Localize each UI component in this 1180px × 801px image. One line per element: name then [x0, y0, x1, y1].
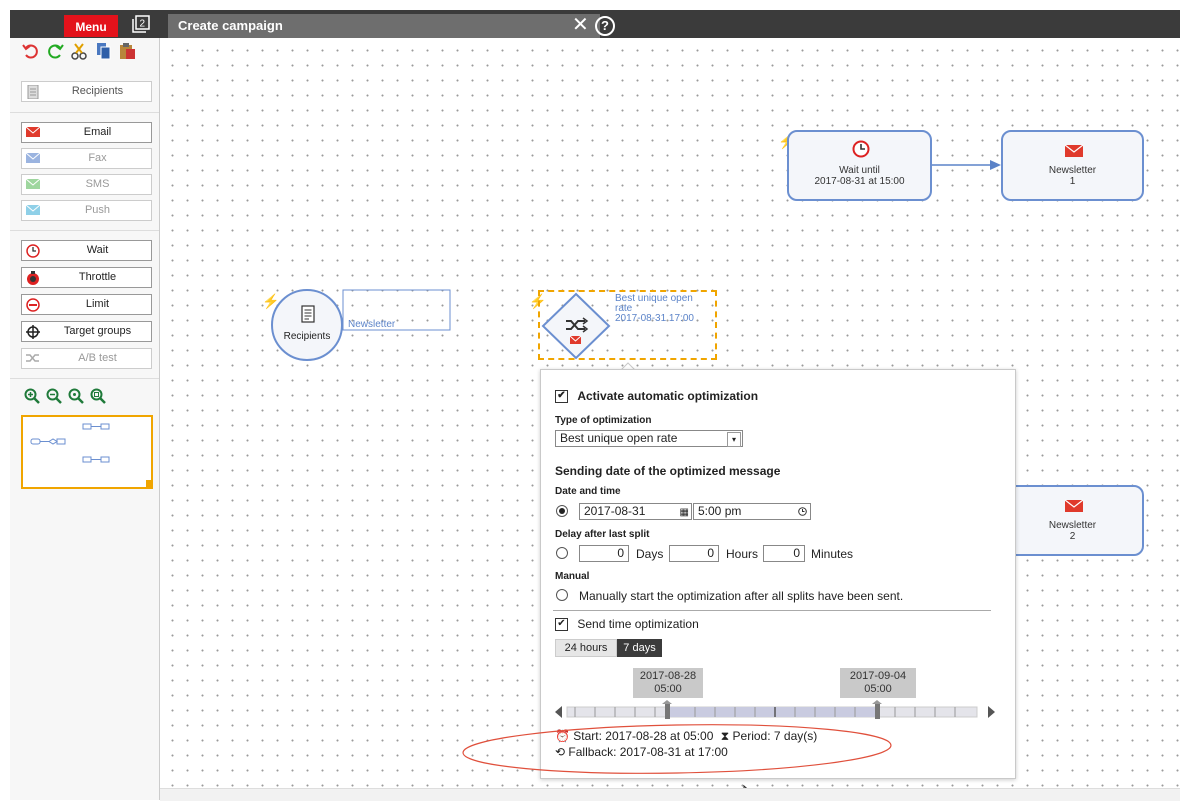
email-icon [1065, 499, 1083, 512]
recipients-node-label: Recipients [283, 331, 331, 342]
timeline-slider[interactable] [555, 698, 995, 722]
sending-title: Sending date of the optimized message [555, 464, 781, 478]
start-marker-time: 05:00 [654, 683, 682, 695]
fallback-text: Fallback: 2017-08-31 at 17:00 [568, 745, 728, 759]
recipients-list-name: Newsletter [348, 319, 396, 330]
calendar-icon[interactable]: ▦ [680, 505, 689, 520]
newsletter-label: Newsletter [1048, 165, 1097, 176]
manual-label: Manual [555, 571, 590, 582]
document-icon [301, 305, 315, 323]
datetime-label: Date and time [555, 486, 621, 497]
delay-label: Delay after last split [555, 529, 650, 540]
period-text: Period: 7 day(s) [732, 729, 818, 743]
type-select[interactable]: Best unique open rate ▾ [555, 430, 743, 447]
ab-test-diamond [541, 292, 611, 360]
days-unit: Days [636, 547, 664, 561]
newsletter-number: 2 [1069, 531, 1076, 542]
datetime-radio[interactable] [556, 505, 568, 517]
activate-row: ✔ Activate automatic optimization [555, 389, 759, 404]
email-icon [1065, 144, 1083, 157]
tab-24-hours[interactable]: 24 hours [555, 639, 617, 657]
manual-text: Manually start the optimization after al… [579, 589, 904, 603]
date-value: 2017-08-31 [584, 504, 646, 518]
recipients-node[interactable]: Recipients [271, 289, 343, 361]
alarm-clock-icon: ⏰ [555, 729, 570, 743]
date-input[interactable]: 2017-08-31 ▦ [579, 503, 692, 520]
minutes-unit: Minutes [811, 547, 854, 561]
hours-unit: Hours [726, 547, 759, 561]
start-text: Start: 2017-08-28 at 05:00 [573, 729, 714, 743]
timeline-end-marker[interactable]: 2017-09-04 05:00 [840, 668, 916, 698]
tab-7-days[interactable]: 7 days [617, 639, 662, 657]
newsletter-number: 1 [1069, 176, 1076, 187]
time-input[interactable]: 5:00 pm [693, 503, 811, 520]
wait-node[interactable]: Wait until 2017-08-31 at 15:00 [787, 130, 932, 201]
clock-icon [852, 140, 870, 158]
sto-label: Send time optimization [577, 617, 699, 631]
repeat-icon: ⟲ [555, 745, 566, 759]
activate-checkbox[interactable]: ✔ [555, 390, 568, 404]
horizontal-scrollbar[interactable] [160, 788, 1180, 801]
newsletter-node[interactable]: Newsletter 2 [1001, 485, 1144, 556]
start-info-row: ⏰ Start: 2017-08-28 at 05:00 ⧗ Period: 7… [555, 729, 817, 744]
end-marker-time: 05:00 [864, 683, 892, 695]
type-select-value: Best unique open rate [560, 431, 678, 445]
days-input[interactable]: 0 [579, 545, 629, 562]
clock-icon[interactable] [798, 507, 807, 516]
manual-radio[interactable] [556, 589, 568, 601]
sto-row: ✔ Send time optimization [555, 617, 699, 632]
delay-radio[interactable] [556, 547, 568, 559]
minutes-input[interactable]: 0 [763, 545, 805, 562]
sto-checkbox[interactable]: ✔ [555, 618, 568, 632]
type-label: Type of optimization [555, 415, 652, 426]
newsletter-node[interactable]: Newsletter 1 [1001, 130, 1144, 201]
end-marker-date: 2017-09-04 [849, 670, 907, 682]
ab-node-line3: 2017-08-31 17:00 [615, 313, 694, 324]
time-value: 5:00 pm [698, 504, 742, 518]
hours-input[interactable]: 0 [669, 545, 719, 562]
wait-node-line2: 2017-08-31 at 15:00 [814, 176, 905, 187]
ab-test-node[interactable]: Best unique open rate 2017-08-31 17:00 [538, 290, 717, 360]
timeline-start-marker[interactable]: 2017-08-28 05:00 [633, 668, 703, 698]
wait-node-line1: Wait until [839, 165, 880, 176]
start-marker-date: 2017-08-28 [639, 670, 697, 682]
divider [553, 610, 991, 611]
fallback-row: ⟲ Fallback: 2017-08-31 at 17:00 [555, 745, 728, 759]
hourglass-icon: ⧗ [720, 729, 730, 743]
activate-label: Activate automatic optimization [577, 389, 759, 403]
optimization-popup: ✔ Activate automatic optimization Type o… [540, 369, 1016, 779]
newsletter-label: Newsletter [1048, 520, 1097, 531]
chevron-down-icon: ▾ [727, 432, 741, 447]
